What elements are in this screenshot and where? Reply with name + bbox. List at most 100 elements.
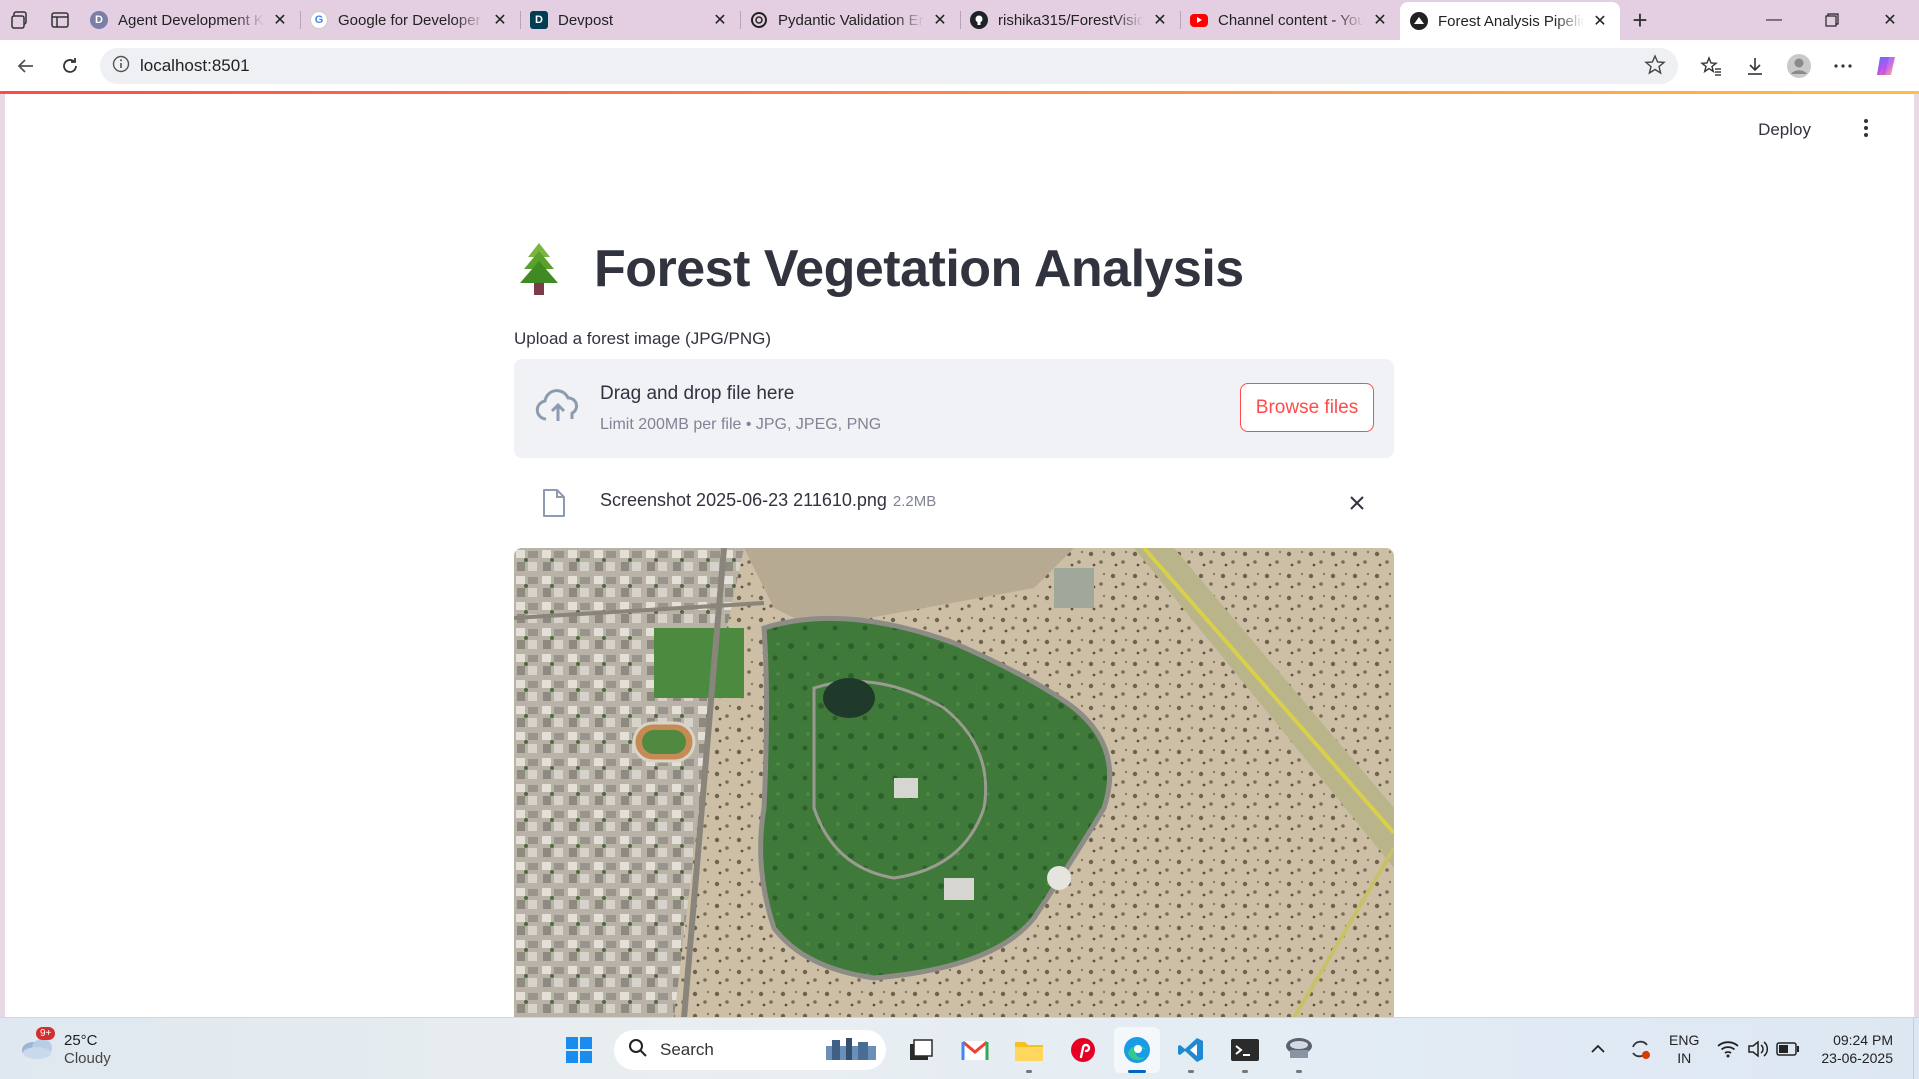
refresh-button[interactable] <box>48 44 92 88</box>
toolbar-actions <box>1689 44 1909 88</box>
weather-condition: Cloudy <box>64 1050 111 1067</box>
satellite-map-image <box>514 548 1394 1017</box>
battery-icon[interactable] <box>1773 1042 1803 1056</box>
close-icon[interactable]: ✕ <box>710 10 730 30</box>
browse-files-button[interactable]: Browse files <box>1240 383 1374 432</box>
dropzone-limit-text: Limit 200MB per file • JPG, JPEG, PNG <box>600 416 882 433</box>
notification-badge: 9+ <box>36 1026 56 1040</box>
tab-label: Agent Development K <box>118 11 264 29</box>
terminal-icon[interactable] <box>1222 1027 1268 1073</box>
remote-desktop-icon[interactable] <box>1276 1027 1322 1073</box>
tab-label: Google for Developer <box>338 11 481 29</box>
file-name-text: Screenshot 2025-06-23 211610.png <box>600 490 887 510</box>
deploy-button[interactable]: Deploy <box>1758 120 1811 140</box>
edge-browser-icon[interactable] <box>1114 1027 1160 1073</box>
file-size: 2.2MB <box>892 493 937 510</box>
main-menu-icon[interactable] <box>1854 116 1878 140</box>
tab-actions-icon[interactable] <box>40 0 80 40</box>
windows-taskbar: 9+ 25°C Cloudy Search ENG IN 09:24 PM 23… <box>0 1017 1919 1079</box>
uploader-label: Upload a forest image (JPG/PNG) <box>514 329 771 348</box>
copilot-icon[interactable] <box>1865 44 1909 88</box>
favorite-star-icon[interactable] <box>1644 54 1666 81</box>
region-code: IN <box>1677 1050 1692 1066</box>
profile-avatar[interactable] <box>1777 44 1821 88</box>
title-text: Forest Vegetation Analysis <box>594 240 1244 298</box>
devpost-favicon-icon: D <box>530 11 548 29</box>
tab-google-for-developers[interactable]: G Google for Developer ✕ <box>300 3 520 37</box>
pinterest-icon[interactable] <box>1060 1027 1106 1073</box>
streamlit-app: Deploy Forest Vegetation Analysis Upload… <box>5 94 1914 1017</box>
file-dropzone[interactable]: Drag and drop file here Limit 200MB per … <box>514 359 1394 458</box>
language-indicator[interactable]: ENG IN <box>1669 1031 1699 1067</box>
file-name: Screenshot 2025-06-23 211610.png 2.2MB <box>600 490 936 511</box>
back-button[interactable] <box>4 44 48 88</box>
close-icon[interactable]: ✕ <box>930 10 950 30</box>
tab-devpost[interactable]: D Devpost ✕ <box>520 3 740 37</box>
tab-label: Pydantic Validation Er <box>778 11 924 29</box>
file-explorer-icon[interactable] <box>1006 1027 1052 1073</box>
minimize-button[interactable]: — <box>1745 0 1803 40</box>
volume-icon[interactable] <box>1743 1040 1773 1058</box>
youtube-icon <box>1190 13 1208 27</box>
search-highlight-icon <box>824 1036 878 1069</box>
search-icon <box>628 1038 648 1063</box>
cloudy-weather-icon: 9+ <box>20 1026 56 1066</box>
close-window-button[interactable]: ✕ <box>1861 0 1919 40</box>
clock-time: 09:24 PM <box>1833 1032 1893 1048</box>
tab-pydantic-validation[interactable]: Pydantic Validation Er ✕ <box>740 3 960 37</box>
task-view-icon[interactable] <box>898 1027 944 1073</box>
tab-label: Devpost <box>558 11 614 29</box>
evergreen-tree-icon <box>514 241 564 297</box>
downloads-icon[interactable] <box>1733 44 1777 88</box>
language-code: ENG <box>1669 1032 1700 1048</box>
close-icon[interactable]: ✕ <box>490 10 510 30</box>
tab-forest-analysis-pipeline[interactable]: Forest Analysis Pipelin ✕ <box>1400 2 1620 40</box>
workspaces-icon[interactable] <box>0 0 40 40</box>
start-button[interactable] <box>556 1027 602 1073</box>
close-icon[interactable]: ✕ <box>1150 10 1170 30</box>
tab-agent-development[interactable]: D Agent Development K ✕ <box>80 3 300 37</box>
wifi-icon[interactable] <box>1713 1040 1743 1058</box>
url-text: localhost:8501 <box>140 56 250 75</box>
uploaded-file-item: Screenshot 2025-06-23 211610.png 2.2MB <box>514 478 1394 528</box>
cloud-upload-icon <box>534 389 582 430</box>
search-placeholder: Search <box>660 1040 714 1059</box>
show-hidden-icons-chevron-icon[interactable] <box>1583 1044 1613 1054</box>
google-favicon-icon: G <box>310 11 328 29</box>
sync-icon[interactable] <box>1625 1037 1655 1061</box>
page-title: Forest Vegetation Analysis <box>514 234 1244 304</box>
weather-text: 25°C Cloudy <box>64 1032 111 1068</box>
uploaded-image-preview <box>514 548 1394 1017</box>
system-clock[interactable]: 09:24 PM 23-06-2025 <box>1821 1031 1893 1067</box>
site-info-icon[interactable] <box>112 55 130 78</box>
tab-label: rishika315/ForestVisio <box>998 11 1144 29</box>
vscode-icon[interactable] <box>1168 1027 1214 1073</box>
window-controls: — ✕ <box>1745 0 1919 40</box>
system-tray: ENG IN 09:24 PM 23-06-2025 <box>1583 1018 1919 1079</box>
clock-date: 23-06-2025 <box>1821 1050 1893 1066</box>
restore-button[interactable] <box>1803 0 1861 40</box>
address-bar[interactable]: localhost:8501 <box>100 48 1678 84</box>
taskbar-apps: Search <box>552 1027 1326 1073</box>
close-icon[interactable]: ✕ <box>270 10 290 30</box>
taskbar-search[interactable]: Search <box>614 1030 886 1070</box>
remove-file-icon[interactable] <box>1344 490 1370 516</box>
openai-icon <box>750 11 768 29</box>
github-icon <box>970 11 988 29</box>
browser-toolbar: localhost:8501 <box>0 40 1919 91</box>
tab-list: D Agent Development K ✕ G Google for Dev… <box>80 0 1620 40</box>
show-desktop-button[interactable] <box>1913 1018 1919 1079</box>
settings-more-icon[interactable] <box>1821 44 1865 88</box>
tab-github-forestvision[interactable]: rishika315/ForestVisio ✕ <box>960 3 1180 37</box>
favorites-icon[interactable] <box>1689 44 1733 88</box>
weather-widget[interactable]: 9+ 25°C Cloudy <box>20 1026 111 1068</box>
new-tab-button[interactable]: + <box>1620 0 1660 40</box>
gmail-icon[interactable] <box>952 1027 998 1073</box>
tab-label: Forest Analysis Pipelin <box>1438 12 1584 30</box>
tab-label: Channel content - You <box>1218 11 1364 29</box>
streamlit-icon <box>1410 12 1428 30</box>
tab-youtube-channel-content[interactable]: Channel content - You ✕ <box>1180 3 1400 37</box>
close-icon[interactable]: ✕ <box>1590 11 1610 31</box>
close-icon[interactable]: ✕ <box>1370 10 1390 30</box>
weather-temp: 25°C <box>64 1032 98 1049</box>
